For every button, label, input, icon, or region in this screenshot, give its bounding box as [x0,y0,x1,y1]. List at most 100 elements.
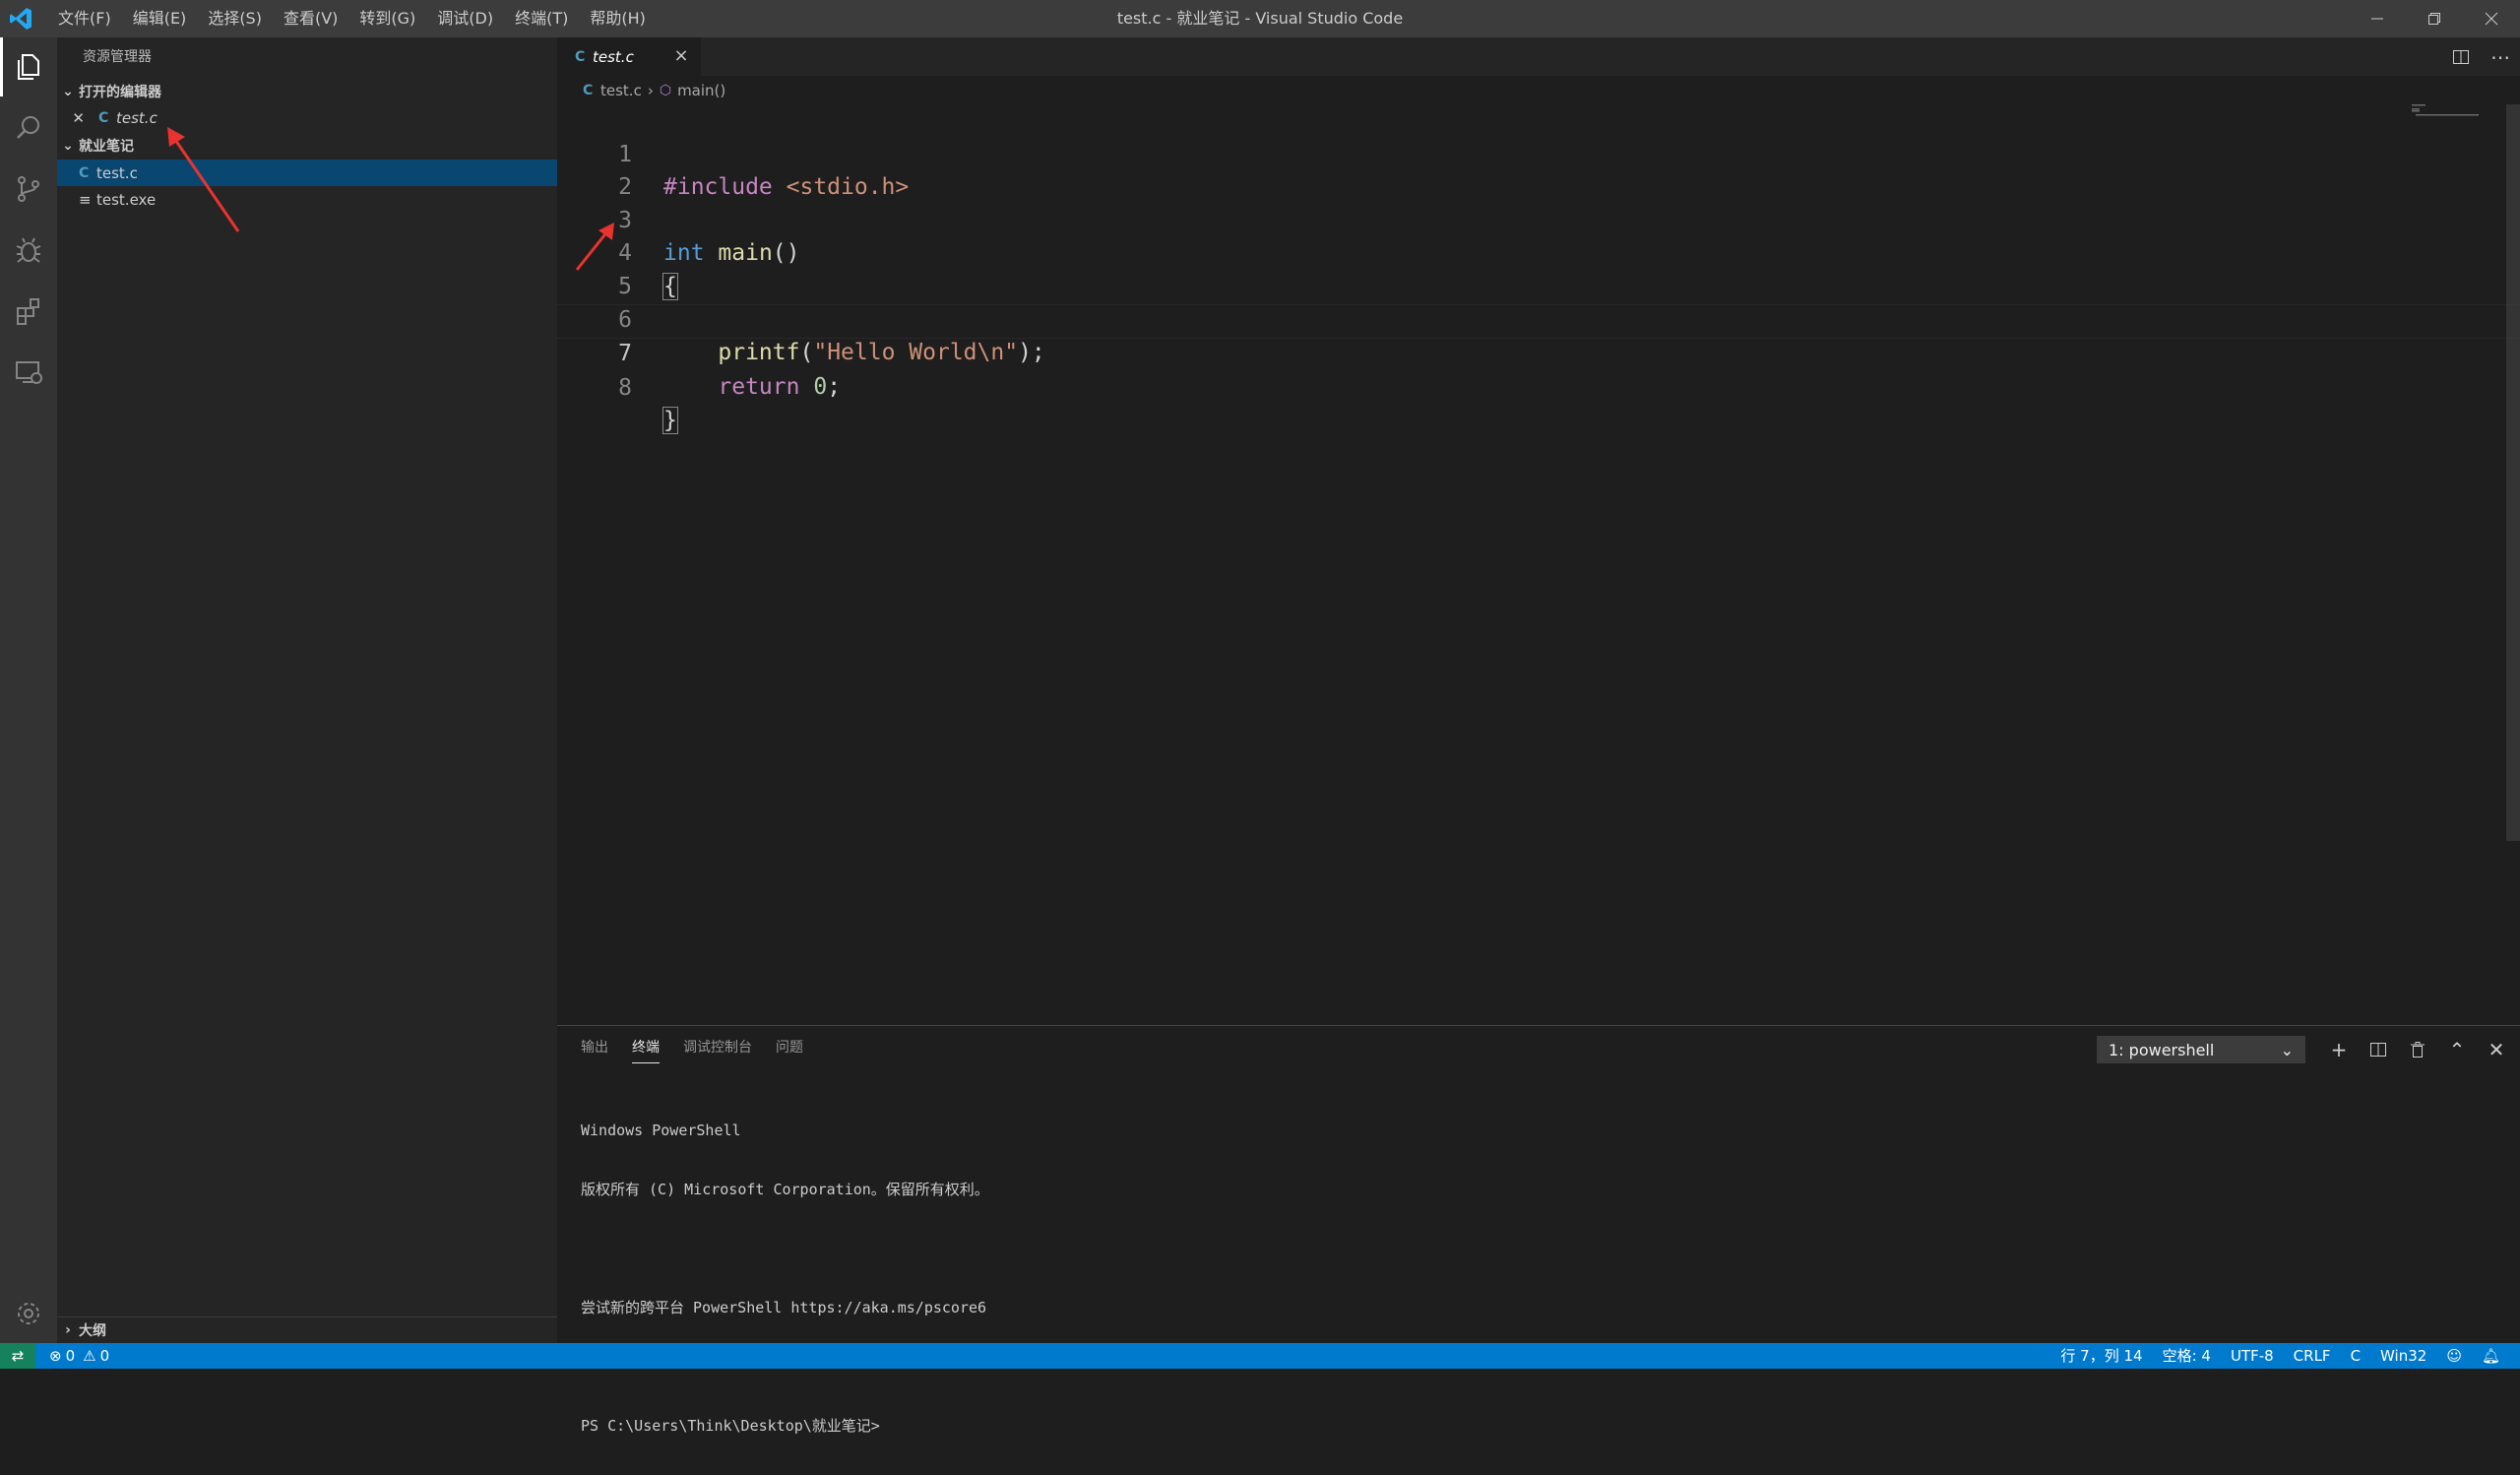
remote-explorer-icon [16,361,42,384]
code-token: ; [827,373,842,400]
menu-go[interactable]: 转到(G) [348,0,426,37]
file-item-test-c[interactable]: C test.c [57,160,557,186]
menu-edit[interactable]: 编辑(E) [122,0,198,37]
plus-icon: + [2330,1038,2348,1061]
tab-terminal[interactable]: 终端 [632,1031,660,1063]
code-line-current: 7 return 0; [557,303,2520,400]
maximize-panel-button[interactable]: ⌃ [2437,1034,2477,1065]
vscode-logo-icon [10,8,32,30]
activity-source-control[interactable] [0,160,57,219]
kill-terminal-button[interactable] [2398,1034,2437,1065]
vertical-scrollbar[interactable] [2506,104,2520,841]
tab-problems[interactable]: 问题 [776,1031,803,1062]
close-panel-button[interactable]: ✕ [2477,1034,2516,1065]
chevron-down-icon: ⌄ [2280,1040,2294,1059]
tab-debug-console[interactable]: 调试控制台 [683,1031,752,1062]
close-icon[interactable]: × [671,46,691,66]
split-editor-button[interactable] [2441,37,2481,76]
code-editor[interactable]: 1 #include <stdio.h> 2 3 int main() 4 { … [557,105,2520,435]
platform[interactable]: Win32 [2370,1343,2436,1369]
open-editor-item[interactable]: ✕ C test.c [57,104,557,131]
panel-actions: + ⌃ ✕ [2319,1034,2516,1065]
terminal-prompt: PS C:\Users\Think\Desktop\就业笔记> [581,1417,880,1435]
encoding[interactable]: UTF-8 [2221,1343,2284,1369]
menu-terminal[interactable]: 终端(T) [504,0,579,37]
tab-output[interactable]: 输出 [581,1031,608,1062]
error-icon: ⊗ [49,1347,62,1365]
minimap[interactable] [2412,104,2481,122]
remote-icon: ⇄ [11,1347,25,1365]
debug-icon [16,237,41,263]
title-bar: 文件(F) 编辑(E) 选择(S) 查看(V) 转到(G) 调试(D) 终端(T… [0,0,2520,37]
status-bar: ⇄ ⊗ 0 ⚠ 0 行 7，列 14 空格: 4 UTF-8 CRLF C Wi… [0,1343,2520,1369]
terminal-select-value: 1: powershell [2109,1040,2215,1059]
breadcrumb-file[interactable]: test.c [600,82,642,99]
activity-debug[interactable] [0,221,57,280]
tab-label: test.c [593,47,634,66]
c-file-icon: C [583,83,594,98]
activity-extensions[interactable] [0,282,57,341]
c-file-icon: C [98,109,109,126]
file-name: test.c [96,163,138,182]
folder-label: 就业笔记 [79,139,134,155]
language-mode[interactable]: C [2341,1343,2370,1369]
status-bar-right: 行 7，列 14 空格: 4 UTF-8 CRLF C Win32 ☺ 🔔︎ [2050,1343,2510,1369]
editor-actions: ⋯ [2441,37,2520,76]
cursor-position[interactable]: 行 7，列 14 [2050,1343,2152,1369]
activity-remote-explorer[interactable] [0,343,57,402]
close-icon[interactable]: ✕ [57,109,85,127]
minimize-icon [2371,18,2383,20]
warning-icon: ⚠ [83,1347,96,1365]
file-name: test.exe [96,190,157,209]
menu-selection[interactable]: 选择(S) [197,0,273,37]
activity-settings[interactable] [0,1284,57,1343]
code-line: 8 } [557,339,2520,435]
minimize-button[interactable] [2349,0,2406,37]
settings-gear-icon [18,1303,39,1324]
restore-button[interactable] [2406,0,2463,37]
feedback-icon[interactable]: ☺ [2436,1343,2472,1369]
open-editors-label: 打开的编辑器 [79,85,161,100]
breadcrumb: C test.c › ⬡ main() [583,79,725,102]
file-item-test-exe[interactable]: ≡ test.exe [57,186,557,213]
remote-status-button[interactable]: ⇄ [0,1343,35,1369]
indentation[interactable]: 空格: 4 [2153,1343,2221,1369]
code-line: 3 int main() [557,171,2520,267]
menu-view[interactable]: 查看(V) [273,0,348,37]
more-actions-button[interactable]: ⋯ [2481,37,2520,76]
line-number: 8 [618,374,632,401]
open-editors-header[interactable]: ⌄ 打开的编辑器 [57,79,557,104]
chevron-down-icon: ⌄ [62,138,74,154]
line-ending[interactable]: CRLF [2284,1343,2341,1369]
breadcrumb-symbol[interactable]: main() [677,82,725,99]
terminal-output[interactable]: Windows PowerShell 版权所有 (C) Microsoft Co… [581,1081,989,1475]
activity-explorer[interactable] [0,37,57,96]
restore-icon [2428,13,2440,25]
activity-search[interactable] [0,98,57,158]
menu-file[interactable]: 文件(F) [47,0,122,37]
menu-help[interactable]: 帮助(H) [579,0,657,37]
notifications-bell-icon[interactable]: 🔔︎ [2472,1343,2510,1369]
new-terminal-button[interactable]: + [2319,1034,2359,1065]
code-line: 2 [557,139,2520,200]
close-window-button[interactable] [2463,0,2520,37]
problems-status[interactable]: ⊗ 0 ⚠ 0 [49,1343,109,1369]
folder-header[interactable]: ⌄ 就业笔记 [57,133,557,159]
outline-label: 大纲 [79,1323,106,1339]
method-cube-icon: ⬡ [659,83,672,98]
chevron-right-icon: › [647,82,654,99]
terminal-select[interactable]: 1: powershell ⌄ [2097,1036,2305,1063]
menu-debug[interactable]: 调试(D) [426,0,504,37]
bottom-panel: 输出 终端 调试控制台 问题 1: powershell ⌄ + ⌃ ✕ Win… [557,1025,2520,1435]
tab-test-c[interactable]: C test.c × [557,37,701,76]
close-brace: } [662,407,678,435]
source-control-icon [18,176,39,202]
explorer-sidebar: 资源管理器 ⌄ 打开的编辑器 ✕ C test.c ⌄ 就业笔记 C test.… [57,37,557,1343]
terminal-line: Windows PowerShell [581,1122,741,1139]
menu-bar: 文件(F) 编辑(E) 选择(S) 查看(V) 转到(G) 调试(D) 终端(T… [47,0,657,37]
outline-header[interactable]: › 大纲 [57,1316,557,1343]
ellipsis-icon: ⋯ [2490,44,2510,69]
split-terminal-button[interactable] [2359,1034,2398,1065]
warning-count: 0 [99,1347,110,1365]
